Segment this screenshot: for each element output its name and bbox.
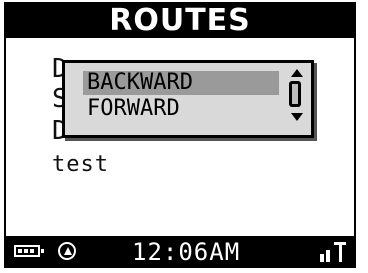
option-forward[interactable]: FORWARD [83,97,279,121]
signal-icon [320,242,346,262]
route-name-text: test [52,152,109,177]
navigation-icon [58,242,76,260]
scroll-up-icon[interactable] [291,69,303,77]
battery-icon [14,245,44,257]
status-bar: 12:06AM [6,236,354,266]
scroll-down-icon[interactable] [291,113,303,121]
scrollbar-thumb[interactable] [289,81,301,107]
clock: 12:06AM [132,238,241,266]
option-backward[interactable]: BACKWARD [83,71,279,95]
content-area: D S D test BACKWARD FORWARD [6,38,354,236]
device-screen: ROUTES D S D test BACKWARD FORWARD 12:06… [4,2,356,268]
direction-popup: BACKWARD FORWARD [62,60,314,138]
title-bar: ROUTES [6,2,354,38]
page-title: ROUTES [109,2,251,38]
